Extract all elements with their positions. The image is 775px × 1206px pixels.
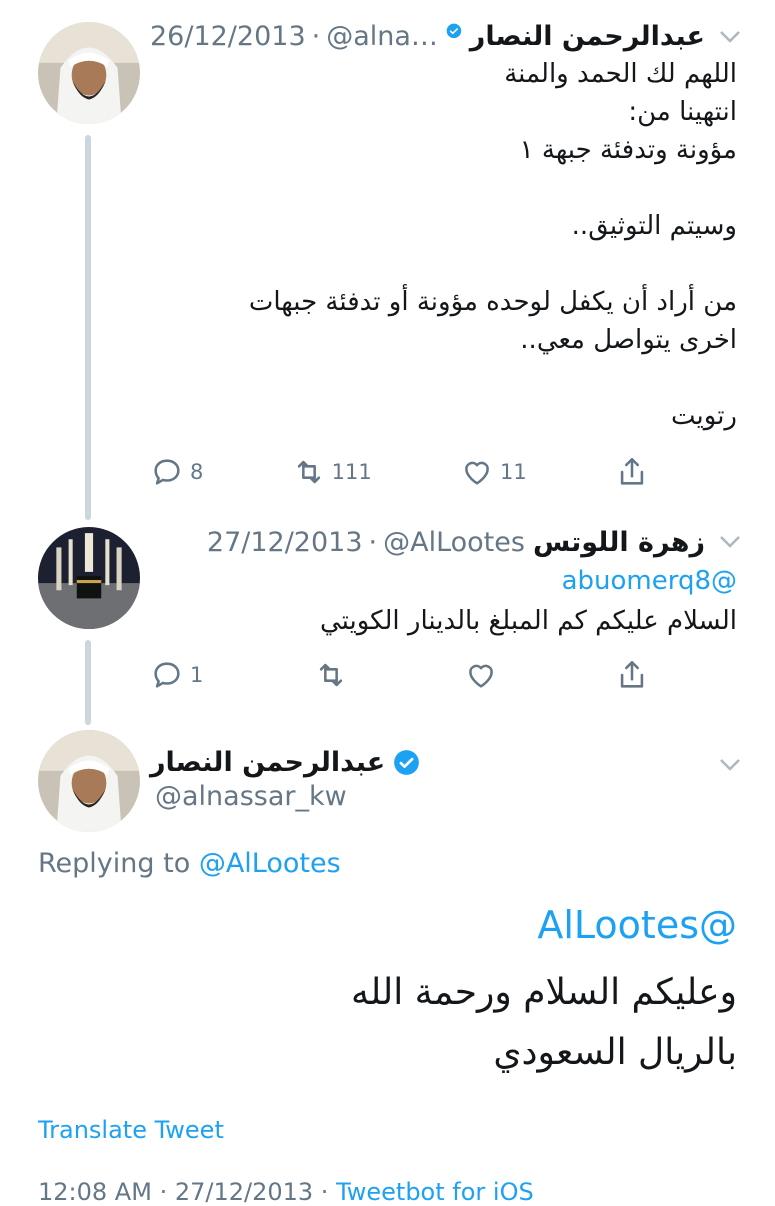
mention-link[interactable]: @AlLootes	[537, 900, 737, 950]
avatar[interactable]	[38, 730, 140, 832]
tweet-meta: 12:08 AM · 27/12/2013 · Tweetbot for iOS	[38, 1178, 534, 1206]
tweet-header: زهرة اللوتس @AlLootes · 27/12/2013	[150, 522, 705, 562]
reply-count: 8	[190, 460, 204, 484]
mention-link[interactable]: @abuomerq8	[150, 562, 737, 600]
like-button[interactable]: 11	[460, 455, 527, 489]
retweet-count: 111	[331, 460, 372, 484]
main-tweet-line-2: بالريال السعودي	[493, 1032, 737, 1073]
avatar[interactable]	[38, 22, 140, 124]
like-button[interactable]	[464, 658, 504, 692]
tweet-time: 12:08 AM	[38, 1178, 152, 1206]
reply-button[interactable]: 8	[150, 455, 203, 489]
separator-dot: ·	[159, 1178, 175, 1206]
verified-badge-icon	[446, 23, 462, 50]
thread-line-2	[85, 640, 91, 725]
verified-badge-icon	[393, 749, 420, 776]
chevron-down-icon[interactable]	[719, 535, 741, 549]
replying-prefix: Replying to	[38, 848, 191, 879]
author-handle[interactable]: @alnassar_kw	[155, 781, 347, 812]
tweet-date: 27/12/2013	[174, 1178, 314, 1206]
main-tweet-line-1: وعليكم السلام ورحمة الله	[351, 972, 737, 1013]
author-name[interactable]: عبدالرحمن النصار	[150, 747, 385, 778]
replying-to-link[interactable]: @AlLootes	[199, 848, 341, 879]
author-name[interactable]: عبدالرحمن النصار	[470, 21, 705, 52]
author-handle[interactable]: @alna…	[326, 21, 438, 52]
chevron-down-icon[interactable]	[719, 30, 741, 44]
share-icon	[620, 457, 644, 485]
tweet-text: اللهم لك الحمد والمنة انتهينا من: مؤونة …	[248, 59, 737, 431]
retweet-icon	[297, 460, 320, 484]
like-icon	[465, 461, 489, 485]
tweet-actions: 1	[150, 655, 655, 695]
retweet-button[interactable]: 111	[292, 455, 372, 489]
reply-icon	[154, 459, 180, 485]
like-icon	[469, 664, 494, 688]
separator-dot: ·	[311, 20, 321, 52]
like-count: 11	[500, 460, 527, 484]
chevron-down-icon[interactable]	[719, 758, 741, 772]
thread-line-1	[85, 135, 91, 520]
share-button[interactable]	[615, 455, 655, 489]
tweet-header: عبدالرحمن النصار @alna… · 26/12/2013	[150, 16, 705, 56]
main-tweet-header: عبدالرحمن النصار	[150, 742, 705, 782]
retweet-button[interactable]	[314, 658, 354, 692]
tweet-date[interactable]: 26/12/2013	[150, 21, 306, 52]
separator-dot: ·	[320, 1178, 337, 1206]
replying-to: Replying to @AlLootes	[38, 848, 341, 879]
translate-tweet-link[interactable]: Translate Tweet	[38, 1116, 224, 1144]
tweet-date[interactable]: 27/12/2013	[207, 527, 363, 558]
author-handle[interactable]: @AlLootes	[383, 527, 525, 558]
separator-dot: ·	[368, 526, 378, 558]
share-button[interactable]	[615, 658, 655, 692]
reply-count: 1	[190, 663, 204, 687]
reply-icon	[154, 662, 180, 688]
author-name[interactable]: زهرة اللوتس	[533, 527, 705, 558]
tweet-text: السلام عليكم كم المبلغ بالدينار الكويتي	[319, 606, 737, 636]
retweet-icon	[319, 663, 343, 687]
reply-button[interactable]: 1	[150, 658, 203, 692]
tweet-actions: 8 111 11	[150, 452, 655, 492]
share-icon	[620, 660, 644, 688]
avatar[interactable]	[38, 527, 140, 629]
client-link[interactable]: Tweetbot for iOS	[336, 1178, 534, 1206]
